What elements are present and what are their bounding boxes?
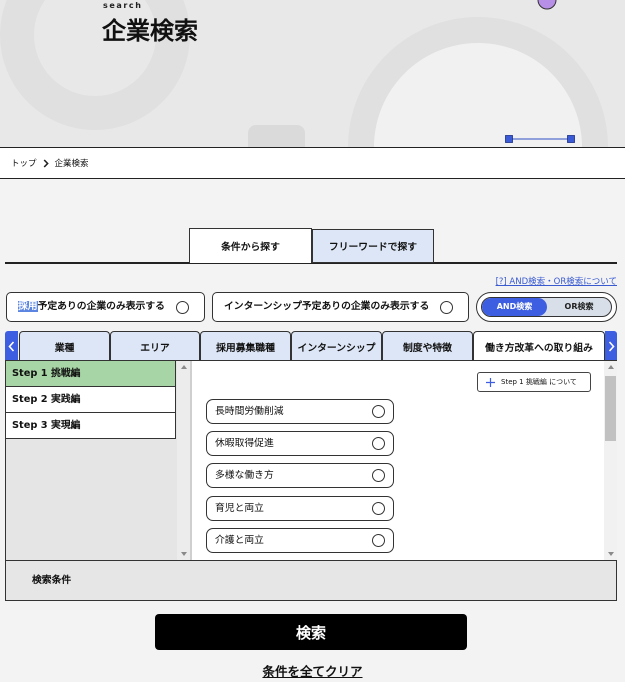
tabs-scroll-right-button[interactable] — [605, 331, 617, 361]
and-or-switch[interactable]: AND検索 OR検索 — [481, 297, 612, 317]
intern-only-toggle[interactable]: インターンシップ予定ありの企業のみ表示する — [212, 292, 469, 322]
radio-circle-icon[interactable] — [372, 437, 385, 450]
tab-industry[interactable]: 業種 — [19, 331, 110, 361]
scroll-down-arrow-icon[interactable] — [180, 552, 187, 556]
page-title: 企業検索 — [102, 17, 198, 45]
recruit-only-label-rest: 予定ありの企業のみ表示する — [37, 301, 165, 312]
recruit-only-label: 採用予定ありの企業のみ表示する — [18, 293, 165, 321]
option-label: 育児と両立 — [215, 503, 264, 514]
clear-all-link[interactable]: 条件を全てクリア — [0, 661, 625, 680]
breadcrumb-home-link[interactable]: トップ — [11, 157, 37, 169]
chevron-right-icon — [43, 158, 49, 168]
option-item[interactable]: 休暇取得促進 — [206, 431, 394, 456]
tab-condition-search[interactable]: 条件から探す — [189, 228, 312, 263]
step-list-scrollbar[interactable] — [177, 361, 190, 560]
tab-systems-features[interactable]: 制度や特徴 — [382, 331, 473, 361]
tab-internship[interactable]: インターンシップ — [291, 331, 382, 361]
step-item-1[interactable]: Step 1 挑戦編 — [6, 361, 176, 387]
breadcrumb-current: 企業検索 — [54, 159, 89, 169]
radio-circle-icon[interactable] — [372, 534, 385, 547]
step-item-3[interactable]: Step 3 実現編 — [6, 413, 176, 439]
option-item[interactable]: 育児と両立 — [206, 496, 394, 521]
option-item[interactable]: 長時間労働削減 — [206, 399, 394, 424]
tab-freeword-search[interactable]: フリーワードで探す — [312, 229, 434, 263]
hero-banner: search 企業検索 — [0, 0, 625, 147]
option-item[interactable]: 介護と両立 — [206, 528, 394, 553]
breadcrumb: トップ 企業検索 — [0, 147, 625, 179]
step-sidebar: Step 1 挑戦編 Step 2 実践編 Step 3 実現編 — [6, 361, 192, 560]
about-step-label: Step 1 挑戦編 について — [501, 378, 577, 386]
scroll-up-arrow-icon[interactable] — [607, 365, 614, 369]
option-label: 休暇取得促進 — [215, 438, 274, 449]
scroll-up-arrow-icon[interactable] — [180, 365, 187, 369]
search-mode-switch: AND検索 OR検索 — [476, 292, 617, 322]
and-search-option[interactable]: AND検索 — [482, 298, 547, 316]
selected-text-highlight: 採用 — [18, 301, 38, 312]
tab-area[interactable]: エリア — [110, 331, 200, 361]
option-label: 長時間労働削減 — [215, 406, 284, 417]
search-conditions-label: 検索条件 — [32, 575, 72, 586]
chevron-right-icon — [608, 340, 615, 352]
option-label: 多様な働き方 — [215, 470, 274, 481]
radio-circle-icon[interactable] — [440, 300, 453, 314]
hero-eyebrow: search — [103, 1, 143, 10]
hero-decoration — [0, 0, 608, 147]
radio-circle-icon[interactable] — [372, 469, 385, 482]
search-button[interactable]: 検索 — [155, 614, 467, 650]
radio-circle-icon[interactable] — [176, 300, 189, 314]
step-item-2[interactable]: Step 2 実践編 — [6, 387, 176, 413]
or-search-option[interactable]: OR検索 — [547, 298, 611, 316]
tabs-scroll-left-button[interactable] — [5, 331, 18, 361]
step-list: Step 1 挑戦編 Step 2 実践編 Step 3 実現編 — [6, 361, 176, 439]
scroll-down-arrow-icon[interactable] — [607, 552, 614, 556]
radio-circle-icon[interactable] — [372, 405, 385, 418]
category-panel: Step 1 挑戦編 Step 2 実践編 Step 3 実現編 Step 1 … — [5, 360, 617, 561]
recruit-only-toggle[interactable]: 採用予定ありの企業のみ表示する — [6, 292, 205, 322]
about-step-button[interactable]: Step 1 挑戦編 について — [477, 372, 591, 392]
tab-job-type[interactable]: 採用募集職種 — [200, 331, 291, 361]
tab-work-style-reform[interactable]: 働き方改革への取り組み — [473, 331, 605, 361]
option-item[interactable]: 多様な働き方 — [206, 463, 394, 488]
intern-only-label: インターンシップ予定ありの企業のみ表示する — [224, 301, 430, 312]
scrollbar-thumb[interactable] — [605, 376, 616, 441]
options-scrollbar[interactable] — [604, 361, 617, 560]
option-label: 介護と両立 — [215, 535, 264, 546]
radio-circle-icon[interactable] — [372, 502, 385, 515]
chevron-left-icon — [8, 340, 15, 352]
and-or-help-link[interactable]: [?] AND検索・OR検索について — [496, 275, 617, 287]
search-conditions-area: 検索条件 — [5, 560, 617, 601]
plus-icon — [486, 378, 495, 387]
